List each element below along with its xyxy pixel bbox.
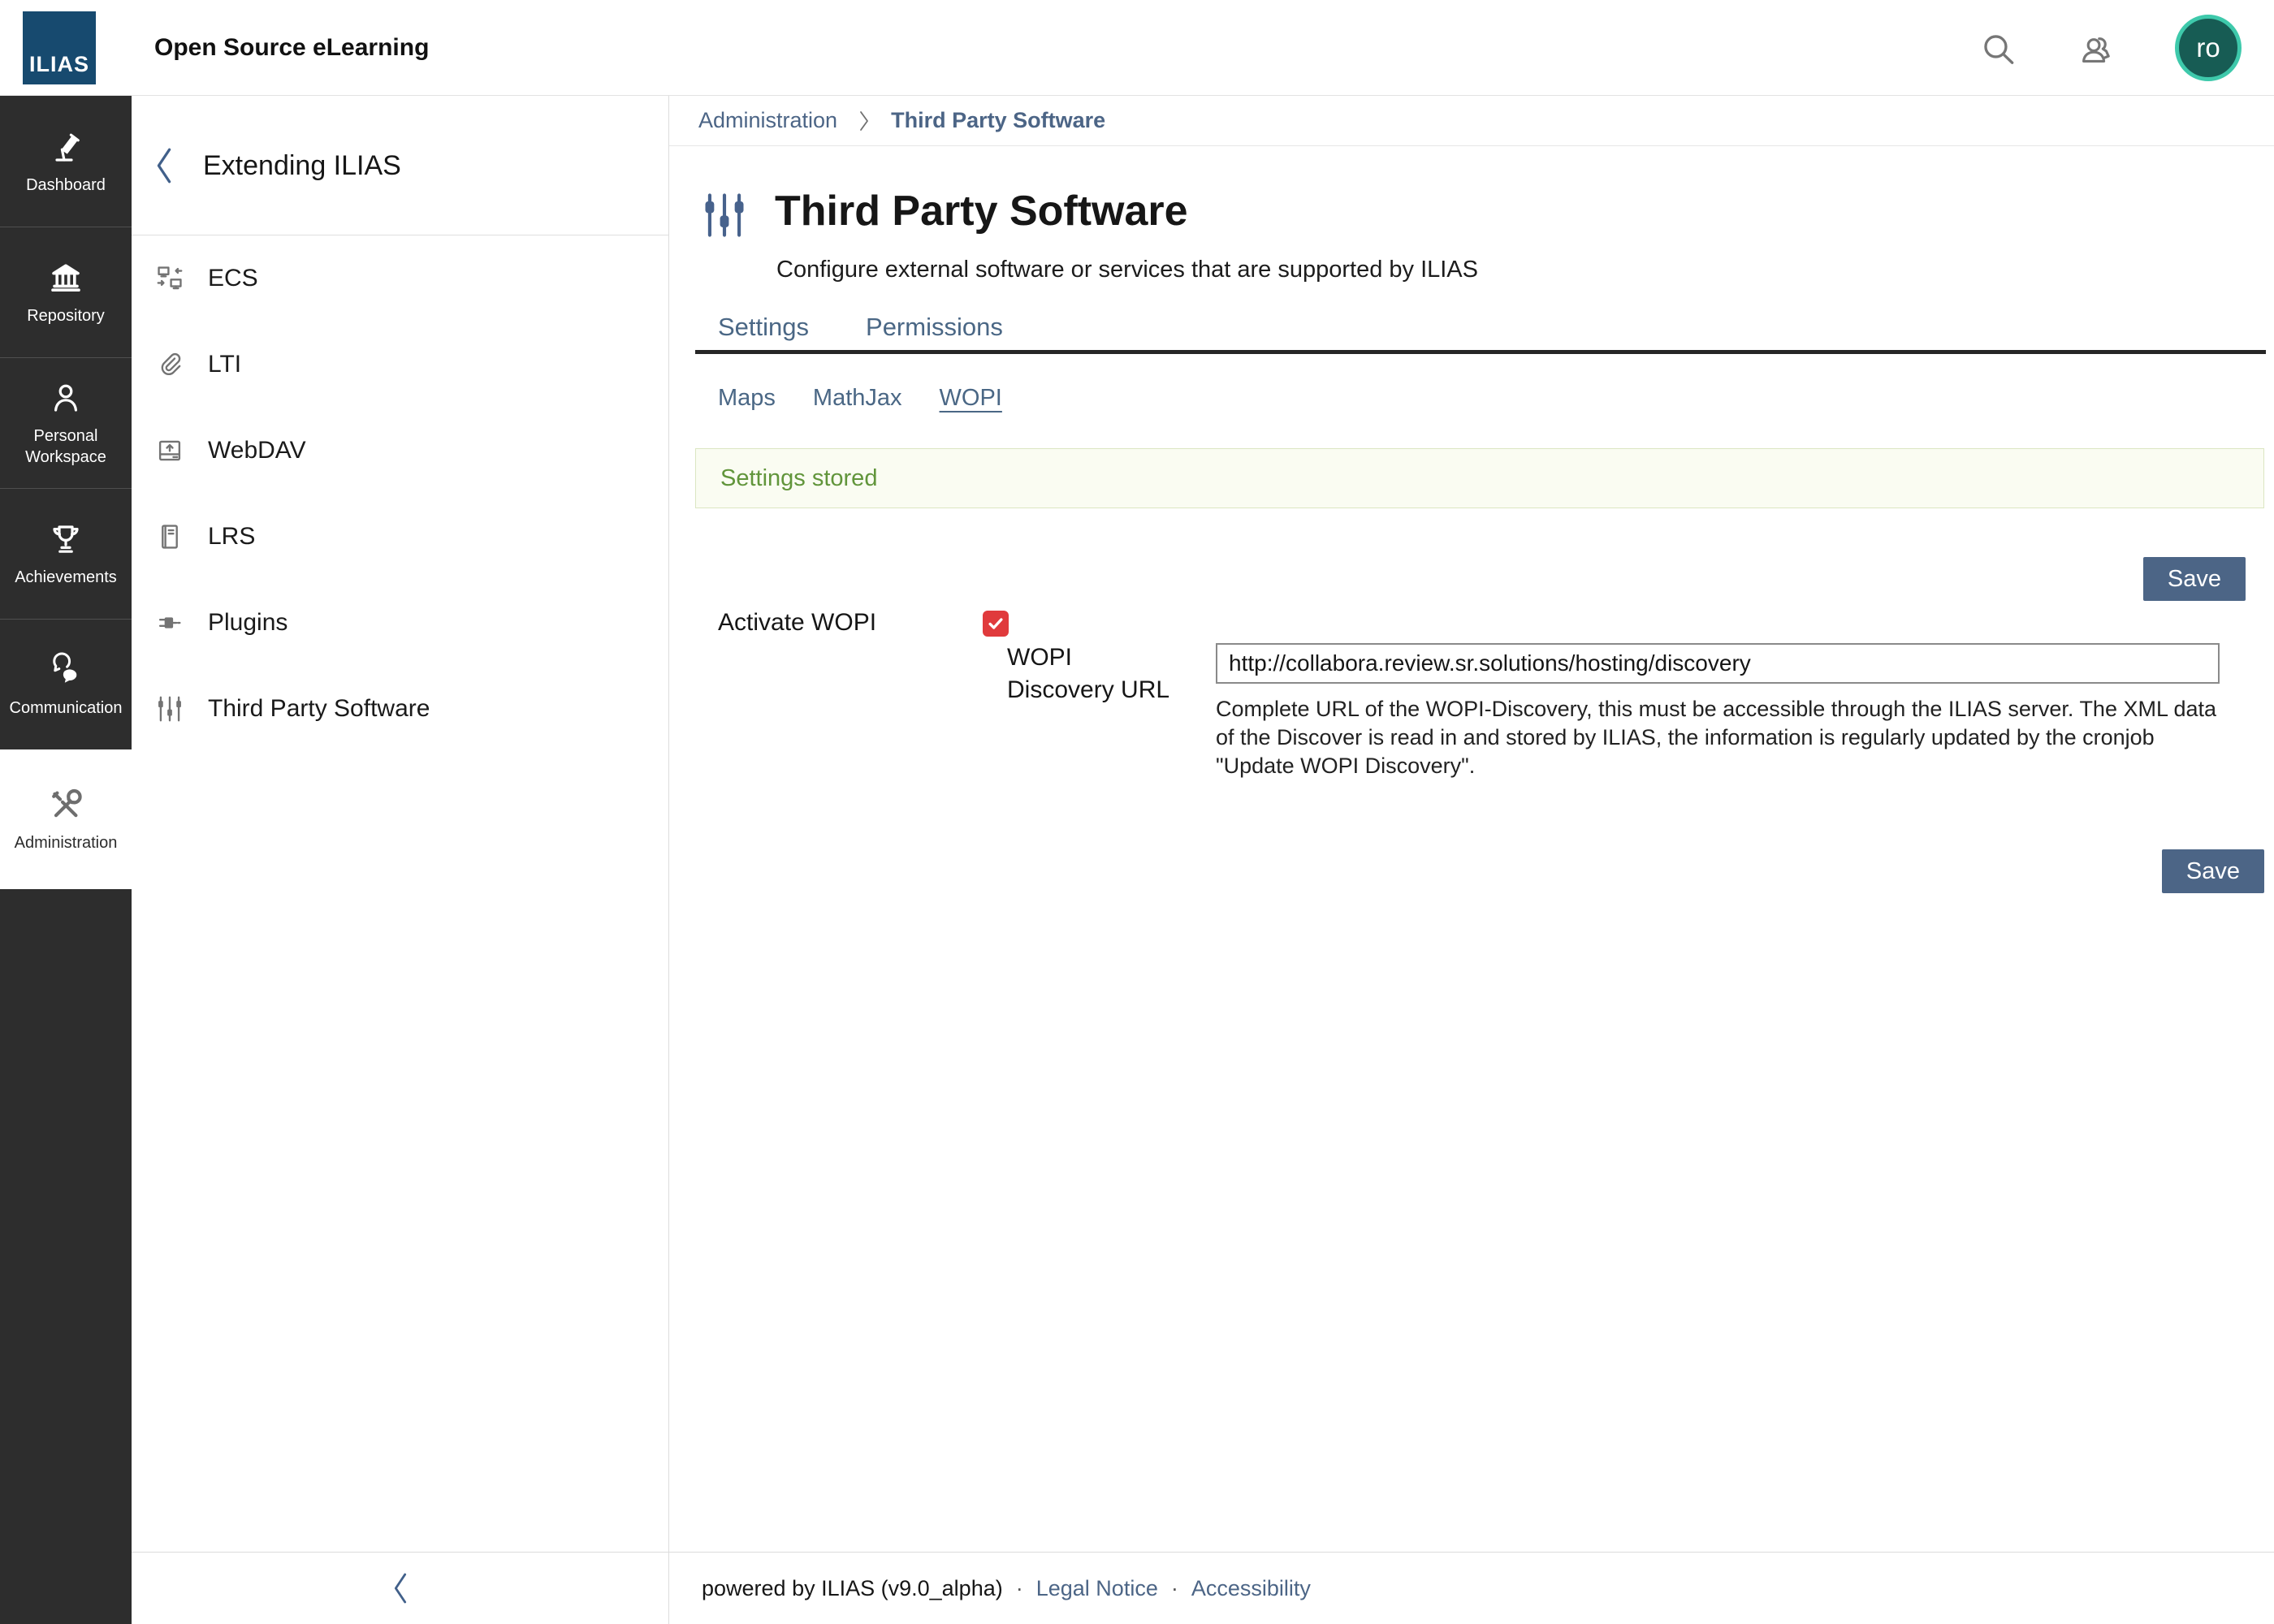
- panel-item-label: ECS: [208, 265, 258, 292]
- page-title: Third Party Software: [775, 187, 1188, 235]
- breadcrumb-third-party-software[interactable]: Third Party Software: [891, 108, 1105, 133]
- panel-item-third-party-software[interactable]: Third Party Software: [132, 666, 668, 752]
- breadcrumb-administration[interactable]: Administration: [698, 108, 837, 133]
- panel-item-label: LRS: [208, 523, 255, 551]
- save-button-top[interactable]: Save: [2143, 557, 2246, 601]
- tab-settings[interactable]: Settings: [718, 313, 809, 350]
- extending-ilias-panel: Extending ILIAS ECS: [132, 96, 669, 1624]
- page-footer: powered by ILIAS (v9.0_alpha) · Legal No…: [669, 1552, 2274, 1624]
- tab-permissions[interactable]: Permissions: [866, 313, 1003, 350]
- lamp-icon: [46, 127, 85, 166]
- top-bar: ILIAS Open Source eLearning ro: [0, 0, 2274, 96]
- collapse-panel-chevron-icon[interactable]: [387, 1567, 414, 1609]
- breadcrumb: Administration Third Party Software: [669, 96, 2274, 146]
- subtab-bar: Maps MathJax WOPI: [718, 385, 1002, 412]
- wopi-discovery-url-label: WOPI Discovery URL: [1007, 641, 1169, 706]
- accessibility-link[interactable]: Accessibility: [1191, 1576, 1311, 1601]
- drive-upload-icon: [154, 435, 185, 466]
- panel-item-label: Plugins: [208, 609, 287, 637]
- sliders-icon: [698, 190, 750, 240]
- sidebar-item-communication[interactable]: Communication: [0, 619, 132, 749]
- back-chevron-icon[interactable]: [148, 143, 180, 188]
- sidebar-item-label: Communication: [5, 698, 127, 719]
- legal-notice-link[interactable]: Legal Notice: [1036, 1576, 1158, 1601]
- panel-item-list: ECS LTI W: [132, 235, 668, 752]
- panel-title: Extending ILIAS: [203, 96, 401, 235]
- user-avatar[interactable]: ro: [2175, 15, 2242, 81]
- save-button-bottom[interactable]: Save: [2162, 849, 2264, 893]
- panel-item-lti[interactable]: LTI: [132, 322, 668, 408]
- tab-bar: Settings Permissions: [695, 313, 2266, 354]
- chat-bubbles-icon: [46, 650, 85, 689]
- search-icon[interactable]: [1978, 29, 2019, 70]
- panel-item-ecs[interactable]: ECS: [132, 235, 668, 322]
- success-message: Settings stored: [695, 448, 2264, 508]
- ilias-app: ILIAS Open Source eLearning ro: [0, 0, 2274, 1624]
- avatar-initials: ro: [2196, 32, 2220, 63]
- sidebar-item-repository[interactable]: Repository: [0, 227, 132, 357]
- sidebar-item-label: Achievements: [5, 567, 127, 588]
- subtab-maps[interactable]: Maps: [718, 385, 776, 412]
- tools-icon: [46, 785, 85, 824]
- page-subtitle: Configure external software or services …: [776, 257, 1478, 283]
- panel-item-lrs[interactable]: LRS: [132, 494, 668, 580]
- panel-footer: [132, 1552, 668, 1624]
- sidebar-item-label: Dashboard: [5, 175, 127, 196]
- journal-icon: [154, 521, 185, 552]
- chevron-right-icon: [855, 109, 873, 133]
- sliders-icon: [154, 693, 185, 724]
- panel-header: Extending ILIAS: [132, 96, 668, 235]
- wopi-discovery-url-label-line1: WOPI: [1007, 641, 1169, 674]
- wopi-discovery-url-input[interactable]: [1216, 643, 2220, 684]
- site-title: Open Source eLearning: [154, 0, 429, 96]
- panel-item-label: WebDAV: [208, 437, 306, 464]
- repository-icon: [46, 258, 85, 297]
- sidebar-item-personal-workspace[interactable]: Personal Workspace: [0, 357, 132, 488]
- activate-wopi-checkbox[interactable]: [983, 611, 1009, 637]
- footer-separator: ·: [1016, 1576, 1023, 1601]
- trophy-icon: [46, 520, 85, 559]
- sidebar-item-administration[interactable]: Administration: [0, 749, 132, 889]
- main-content: Administration Third Party Software Thir…: [669, 96, 2274, 1624]
- subtab-wopi[interactable]: WOPI: [940, 385, 1002, 412]
- panel-item-label: Third Party Software: [208, 695, 430, 723]
- ilias-logo-text: ILIAS: [29, 52, 89, 77]
- sidebar-item-dashboard[interactable]: Dashboard: [0, 96, 132, 227]
- sidebar-item-achievements[interactable]: Achievements: [0, 488, 132, 619]
- powered-by-text: powered by ILIAS (v9.0_alpha): [702, 1576, 1003, 1601]
- success-message-text: Settings stored: [720, 465, 877, 492]
- person-icon: [46, 378, 85, 417]
- panel-item-plugins[interactable]: Plugins: [132, 580, 668, 666]
- wopi-discovery-url-label-line2: Discovery URL: [1007, 674, 1169, 706]
- sidebar-item-label: Repository: [5, 305, 127, 326]
- sidebar-item-label: Personal Workspace: [5, 425, 127, 468]
- paperclip-icon: [154, 349, 185, 380]
- plug-icon: [154, 607, 185, 638]
- wopi-discovery-url-help: Complete URL of the WOPI-Discovery, this…: [1216, 695, 2227, 780]
- footer-separator: ·: [1171, 1576, 1178, 1601]
- panel-item-label: LTI: [208, 351, 241, 378]
- sidebar-item-label: Administration: [5, 832, 127, 853]
- who-is-online-icon[interactable]: [2076, 29, 2116, 70]
- panel-item-webdav[interactable]: WebDAV: [132, 408, 668, 494]
- activate-wopi-label: Activate WOPI: [718, 609, 876, 637]
- main-sidebar: Dashboard Repository Personal Workspace: [0, 96, 132, 1624]
- checkmark-icon: [987, 615, 1005, 633]
- ecs-icon: [154, 263, 185, 294]
- ilias-logo[interactable]: ILIAS: [23, 11, 96, 84]
- subtab-mathjax[interactable]: MathJax: [813, 385, 902, 412]
